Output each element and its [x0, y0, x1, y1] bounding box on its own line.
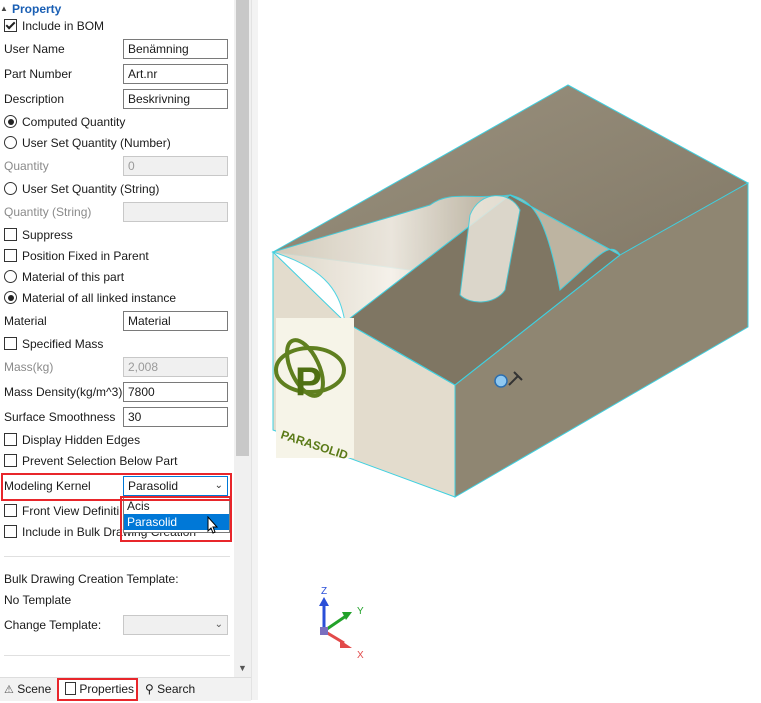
checkbox-icon	[4, 337, 17, 350]
quantity-label: Quantity	[4, 159, 49, 173]
tab-scene[interactable]: ⚠ Scene	[4, 678, 51, 701]
checkbox-checked-icon	[4, 19, 17, 32]
scroll-down-arrow-icon[interactable]: ▼	[234, 660, 251, 677]
search-icon: ⚲	[145, 682, 154, 696]
quantity-string-field[interactable]	[123, 202, 228, 222]
description-field[interactable]: Beskrivning	[123, 89, 228, 109]
properties-icon	[65, 682, 76, 695]
pin-marker-icon[interactable]	[494, 374, 508, 388]
radio-icon	[4, 182, 17, 195]
material-linked-radio[interactable]: Material of all linked instance	[4, 288, 176, 308]
material-label: Material	[4, 314, 47, 328]
change-template-label: Change Template:	[4, 618, 102, 632]
svg-text:P: P	[295, 360, 322, 404]
radio-icon	[4, 136, 17, 149]
prevent-selection-checkbox[interactable]: Prevent Selection Below Part	[4, 451, 177, 471]
checkbox-icon	[4, 454, 17, 467]
property-panel: ▲ Property Include in BOM User Name Benä…	[0, 0, 234, 677]
part-number-field[interactable]: Art.nr	[123, 64, 228, 84]
computed-quantity-radio[interactable]: Computed Quantity	[4, 112, 125, 132]
user-name-label: User Name	[4, 42, 65, 56]
checkbox-icon	[4, 228, 17, 241]
radio-selected-icon	[4, 115, 17, 128]
user-name-field[interactable]: Benämning	[123, 39, 228, 59]
axis-triad	[319, 597, 352, 648]
dropdown-highlight	[120, 496, 232, 542]
bulk-template-value: No Template	[4, 593, 72, 607]
axis-y-label: Y	[357, 606, 364, 617]
material-field[interactable]: Material	[123, 311, 228, 331]
bulk-template-label: Bulk Drawing Creation Template:	[4, 572, 179, 586]
model-view[interactable]: P PARASOLID Z Y X	[258, 0, 761, 700]
mass-density-field[interactable]: 7800	[123, 382, 228, 402]
radio-selected-icon	[4, 291, 17, 304]
change-template-select[interactable]: ⌄	[123, 615, 228, 635]
3d-viewport[interactable]: P PARASOLID Z Y X	[258, 0, 761, 700]
radio-icon	[4, 270, 17, 283]
mass-density-label: Mass Density(kg/m^3)	[4, 385, 123, 399]
specified-mass-checkbox[interactable]: Specified Mass	[4, 334, 103, 354]
description-label: Description	[4, 92, 65, 106]
checkbox-icon	[4, 249, 17, 262]
quantity-field[interactable]: 0	[123, 156, 228, 176]
suppress-checkbox[interactable]: Suppress	[4, 225, 73, 245]
panel-scrollbar[interactable]: ▼	[234, 0, 251, 677]
panel-tabs: ⚠ Scene Properties ⚲ Search	[0, 677, 251, 701]
quantity-string-label: Quantity (String)	[4, 205, 92, 219]
checkbox-icon	[4, 433, 17, 446]
checkbox-icon	[4, 525, 17, 538]
mass-field[interactable]: 2,008	[123, 357, 228, 377]
divider	[4, 655, 230, 656]
divider	[4, 556, 230, 557]
tab-properties[interactable]: Properties	[57, 678, 138, 701]
axis-x-label: X	[357, 650, 364, 661]
axis-z-label: Z	[321, 586, 327, 597]
panel-splitter[interactable]	[251, 0, 258, 700]
user-set-quantity-string-radio[interactable]: User Set Quantity (String)	[4, 179, 159, 199]
surface-smoothness-field[interactable]: 30	[123, 407, 228, 427]
user-set-quantity-number-radio[interactable]: User Set Quantity (Number)	[4, 133, 171, 153]
mass-label: Mass(kg)	[4, 360, 54, 374]
front-view-checkbox[interactable]: Front View Definiti	[4, 501, 119, 521]
checkbox-icon	[4, 504, 17, 517]
material-this-part-radio[interactable]: Material of this part	[4, 267, 124, 287]
display-hidden-edges-checkbox[interactable]: Display Hidden Edges	[4, 430, 140, 450]
include-bom-checkbox[interactable]: Include in BOM	[4, 16, 104, 36]
scene-icon: ⚠	[4, 684, 14, 696]
chevron-down-icon: ⌄	[214, 619, 223, 630]
position-fixed-checkbox[interactable]: Position Fixed in Parent	[4, 246, 149, 266]
surface-smoothness-label: Surface Smoothness	[4, 410, 116, 424]
part-number-label: Part Number	[4, 67, 73, 81]
scroll-thumb[interactable]	[236, 0, 249, 456]
tab-search[interactable]: ⚲ Search	[145, 678, 195, 701]
